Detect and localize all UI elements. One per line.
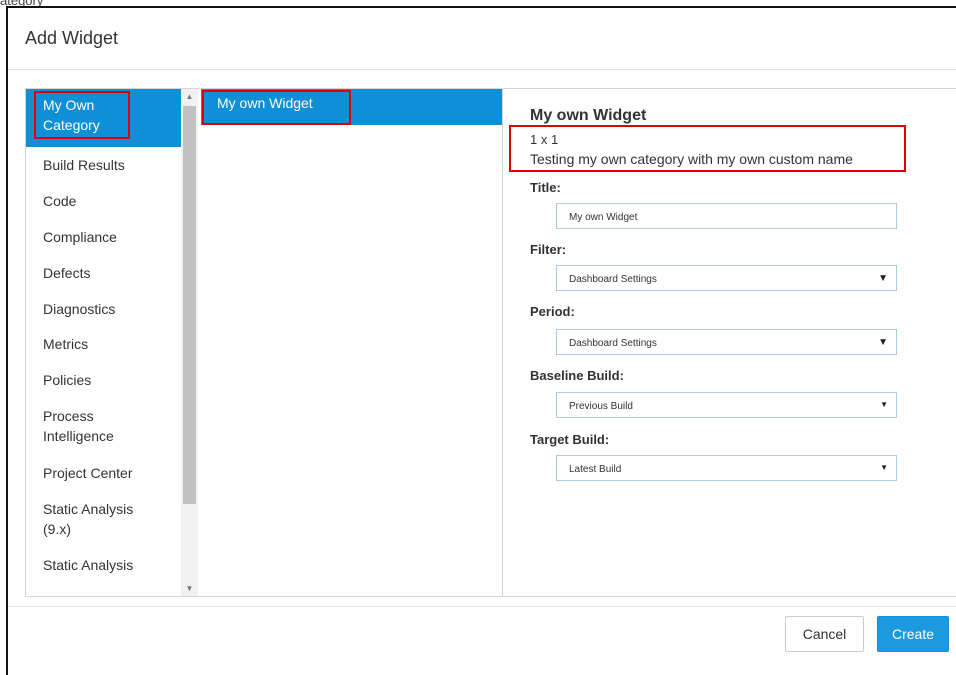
baseline-build-value: Previous Build [569, 401, 633, 412]
category-item-static-analysis-9x[interactable]: Static Analysis (9.x) [26, 499, 156, 539]
widget-description: Testing my own category with my own cust… [530, 151, 853, 167]
caret-down-icon: ▼ [878, 273, 888, 284]
scroll-up-icon[interactable]: ▲ [181, 89, 198, 104]
period-select-value: Dashboard Settings [569, 338, 657, 349]
filter-select-value: Dashboard Settings [569, 274, 657, 285]
target-build-label: Target Build: [530, 432, 610, 447]
category-label-line2: Category [43, 117, 100, 133]
category-label-line1: My Own [43, 97, 95, 113]
caret-down-icon: ▼ [878, 337, 888, 348]
filter-select[interactable]: Dashboard Settings ▼ [556, 265, 897, 291]
widget-picker-panel: My Own Category Build Results Code Compl… [25, 88, 956, 597]
scroll-thumb[interactable] [183, 106, 196, 504]
widget-name: My own Widget [530, 107, 647, 124]
category-item-policies[interactable]: Policies [26, 370, 181, 390]
title-input[interactable]: My own Widget [556, 203, 897, 229]
category-list: My Own Category Build Results Code Compl… [26, 89, 181, 596]
title-label: Title: [530, 180, 561, 195]
baseline-build-select[interactable]: Previous Build ▼ [556, 392, 897, 418]
target-build-value: Latest Build [569, 464, 622, 475]
period-select[interactable]: Dashboard Settings ▼ [556, 329, 897, 355]
category-item-my-own-category[interactable]: My Own Category [26, 89, 181, 147]
target-build-select[interactable]: Latest Build ▼ [556, 455, 897, 481]
category-item-metrics[interactable]: Metrics [26, 334, 181, 354]
category-item-project-center[interactable]: Project Center [26, 463, 181, 483]
widget-list: My own Widget [201, 89, 503, 596]
category-item-process-intelligence[interactable]: Process Intelligence [26, 406, 156, 446]
create-button[interactable]: Create [877, 616, 949, 652]
scroll-down-icon[interactable]: ▼ [181, 581, 198, 596]
footer-divider [8, 606, 956, 607]
period-label: Period: [530, 304, 575, 319]
widget-size: 1 x 1 [530, 132, 559, 147]
category-item-diagnostics[interactable]: Diagnostics [26, 299, 181, 319]
caret-down-icon: ▼ [880, 400, 888, 409]
caret-down-icon: ▼ [880, 463, 888, 472]
category-item-code[interactable]: Code [26, 191, 181, 211]
title-input-value: My own Widget [569, 212, 638, 223]
widget-details: My own Widget 1 x 1 Testing my own categ… [503, 89, 956, 596]
cancel-button[interactable]: Cancel [785, 616, 864, 652]
category-item-compliance[interactable]: Compliance [26, 227, 181, 247]
header-divider [8, 69, 956, 70]
category-item-defects[interactable]: Defects [26, 263, 181, 283]
category-scrollbar[interactable]: ▲ ▼ [181, 89, 198, 596]
category-item-build-results[interactable]: Build Results [26, 155, 181, 175]
widget-item-my-own-widget[interactable]: My own Widget [201, 89, 502, 125]
category-item-static-analysis[interactable]: Static Analysis [26, 555, 181, 575]
dialog-title: Add Widget [25, 28, 119, 48]
baseline-build-label: Baseline Build: [530, 368, 624, 383]
add-widget-dialog: Add Widget My Own Category Build Results… [6, 6, 956, 675]
filter-label: Filter: [530, 242, 567, 257]
